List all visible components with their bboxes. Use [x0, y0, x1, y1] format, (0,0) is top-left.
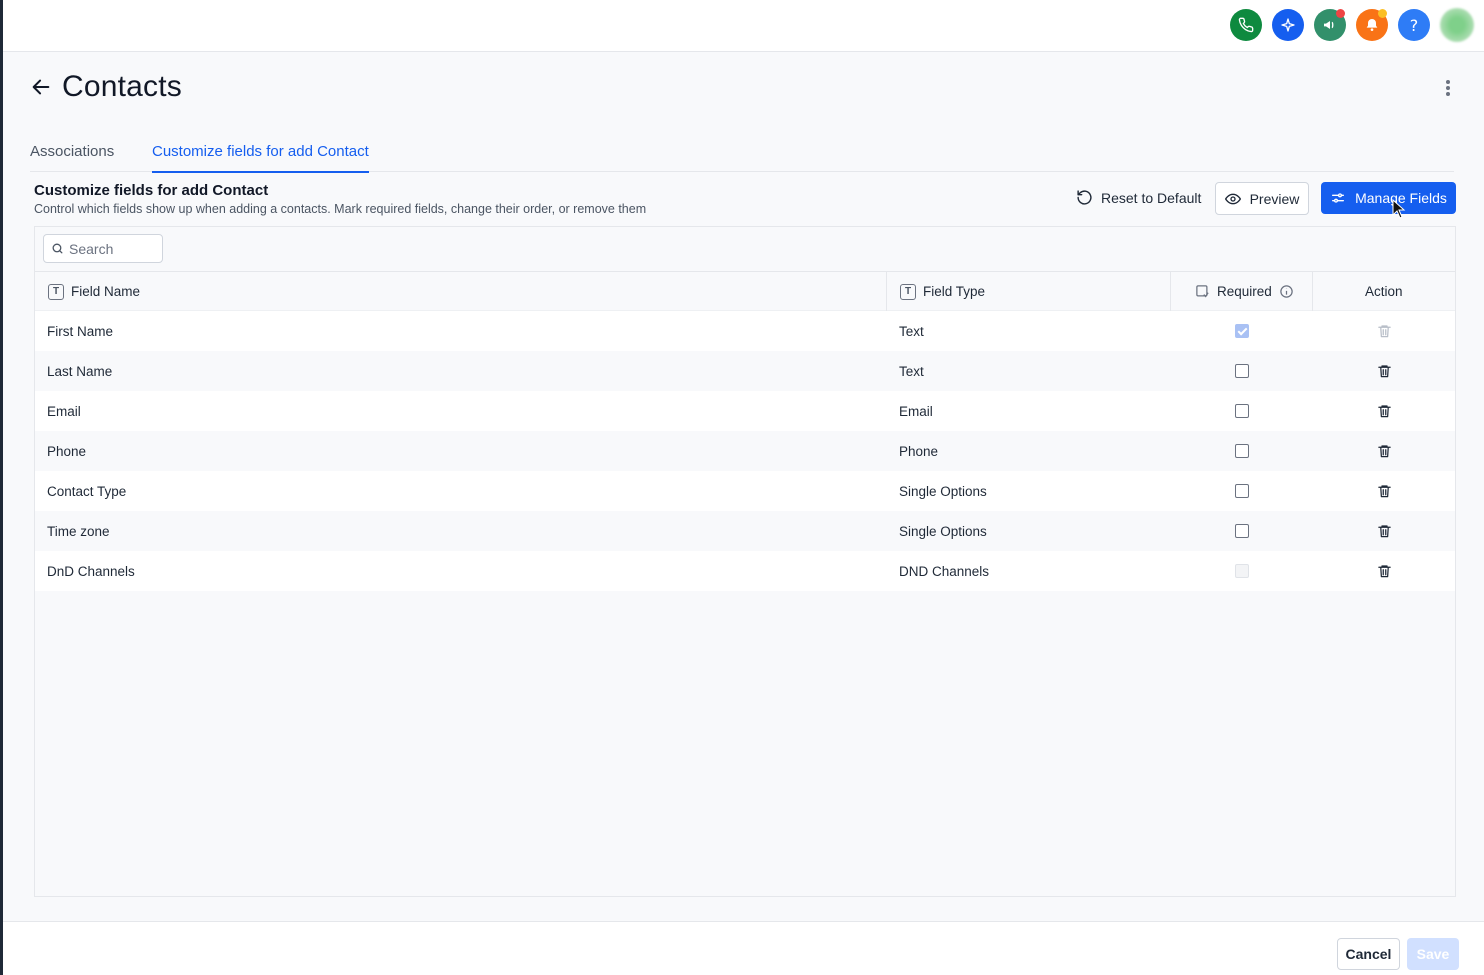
table-row: Phone Phone [35, 431, 1455, 471]
mouse-cursor-icon [1392, 199, 1406, 219]
delete-icon[interactable] [1377, 483, 1392, 499]
field-name: Last Name [47, 363, 113, 379]
table-row: Last Name Text [35, 351, 1455, 391]
table-row: Time zone Single Options [35, 511, 1455, 551]
info-icon[interactable] [1279, 284, 1294, 299]
field-type: DND Channels [899, 563, 990, 579]
required-checkbox [1235, 324, 1249, 338]
delete-icon[interactable] [1377, 523, 1392, 539]
bell-icon[interactable] [1356, 9, 1388, 41]
column-label: Field Name [71, 284, 141, 299]
delete-icon[interactable] [1377, 443, 1392, 459]
field-type: Text [899, 363, 924, 379]
column-divider [1170, 272, 1171, 311]
back-arrow-icon[interactable] [30, 76, 52, 98]
tab-bar: Associations Customize fields for add Co… [30, 132, 1454, 173]
sparkle-icon[interactable] [1272, 9, 1304, 41]
text-type-icon: T [48, 283, 64, 300]
phone-icon[interactable] [1230, 9, 1262, 41]
section-title: Customize fields for add Contact [34, 182, 269, 199]
delete-icon[interactable] [1377, 403, 1392, 419]
required-checkbox[interactable] [1235, 444, 1249, 458]
eye-icon [1224, 193, 1241, 204]
table-row: Contact Type Single Options [35, 471, 1455, 511]
notification-badge [1378, 9, 1387, 18]
footer-bar [3, 921, 1484, 975]
column-header-field-name[interactable]: T Field Name [48, 272, 140, 311]
column-header-required[interactable]: Required [1195, 272, 1294, 311]
reset-to-default-button[interactable]: Reset to Default [1076, 189, 1201, 206]
field-name: Email [47, 403, 81, 419]
field-type: Email [899, 403, 933, 419]
field-type: Single Options [899, 483, 987, 499]
reset-icon [1077, 190, 1092, 205]
manage-fields-button[interactable]: Manage Fields [1321, 182, 1456, 214]
table-row: DnD Channels DND Channels [35, 551, 1455, 591]
megaphone-icon[interactable] [1314, 9, 1346, 41]
preview-button[interactable]: Preview [1215, 182, 1309, 215]
sliders-icon [1332, 193, 1345, 203]
help-glyph: ? [1409, 15, 1419, 35]
delete-icon[interactable] [1377, 363, 1392, 379]
required-checkbox[interactable] [1235, 404, 1249, 418]
avatar[interactable] [1440, 8, 1474, 42]
cancel-button[interactable]: Cancel [1337, 938, 1400, 970]
required-checkbox[interactable] [1235, 484, 1249, 498]
tab-associations[interactable]: Associations [30, 143, 114, 160]
column-divider [886, 272, 887, 311]
field-type: Phone [899, 443, 939, 459]
delete-icon[interactable] [1377, 563, 1392, 579]
tab-customize-fields[interactable]: Customize fields for add Contact [152, 143, 369, 173]
save-button[interactable]: Save [1407, 938, 1459, 970]
section-description: Control which fields show up when adding… [34, 202, 647, 216]
top-bar: ? [3, 0, 1484, 52]
column-label: Required [1217, 284, 1272, 299]
page-title: Contacts [62, 70, 182, 103]
field-name: Phone [47, 443, 87, 459]
window-edge [0, 0, 3, 975]
column-label: Field Type [923, 284, 986, 299]
fields-table-panel: T Field Name T Field Type Required Actio… [34, 226, 1456, 897]
search-box[interactable] [43, 234, 163, 263]
required-checkbox[interactable] [1235, 524, 1249, 538]
notification-badge [1336, 9, 1345, 18]
required-checkbox [1235, 564, 1249, 578]
table-row: Email Email [35, 391, 1455, 431]
reset-label: Reset to Default [1101, 189, 1202, 206]
preview-label: Preview [1249, 190, 1300, 207]
field-name: DnD Channels [47, 563, 135, 579]
field-type: Single Options [899, 523, 987, 539]
column-label: Action [1365, 284, 1403, 299]
field-name: Time zone [47, 523, 110, 539]
column-divider [1312, 272, 1313, 311]
checkbox-pen-icon [1196, 285, 1209, 298]
text-type-icon: T [900, 283, 916, 300]
field-name: Contact Type [47, 483, 127, 499]
field-name: First Name [47, 323, 114, 339]
column-header-action: Action [1365, 272, 1403, 311]
search-input[interactable] [69, 240, 159, 257]
required-checkbox[interactable] [1235, 364, 1249, 378]
table-row: First Name Text [35, 311, 1455, 351]
field-type: Text [899, 323, 924, 339]
search-icon [52, 243, 63, 254]
help-icon[interactable]: ? [1398, 9, 1430, 41]
more-options-icon[interactable] [1440, 78, 1456, 98]
delete-icon [1378, 325, 1391, 338]
top-icons: ? [1230, 8, 1474, 42]
table-header: T Field Name T Field Type Required Actio… [35, 271, 1455, 311]
column-header-field-type[interactable]: T Field Type [900, 272, 985, 311]
